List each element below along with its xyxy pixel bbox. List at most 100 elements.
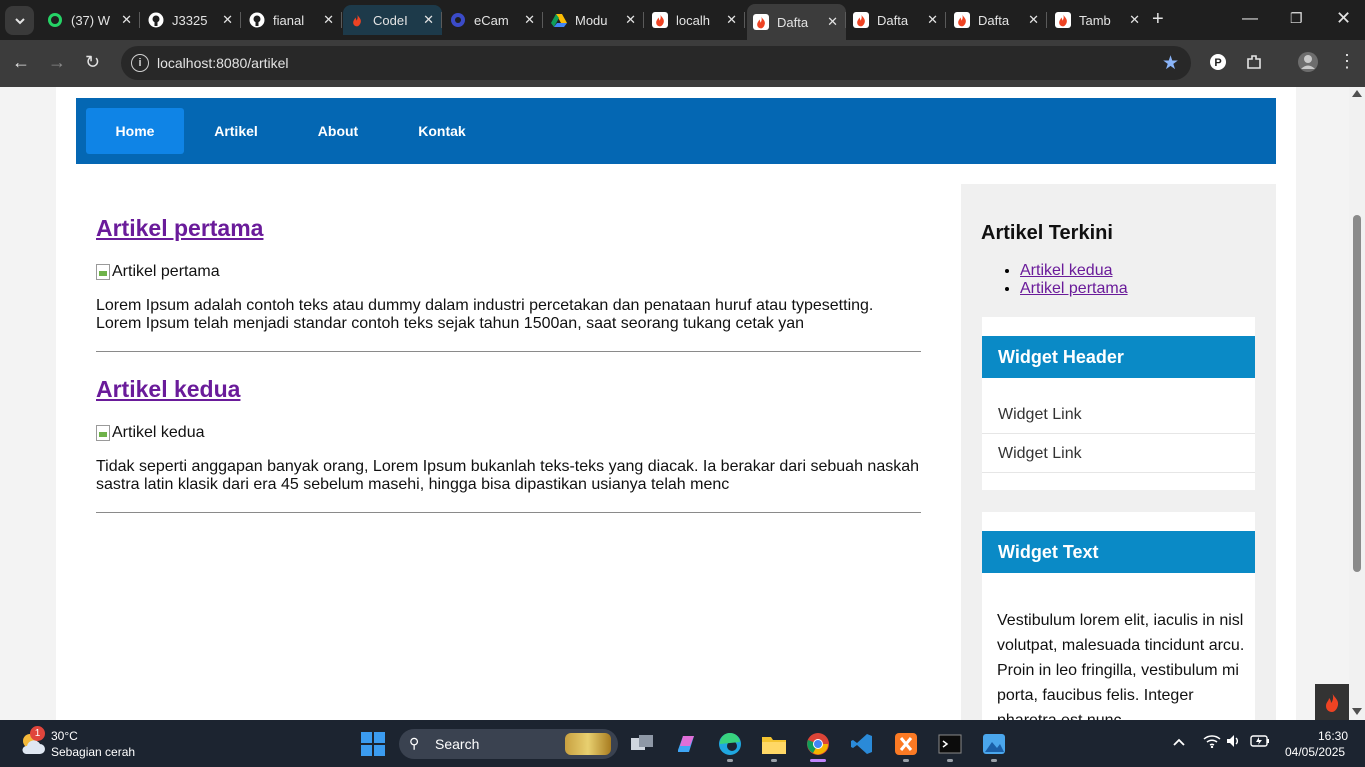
- tab-separator: [541, 12, 543, 28]
- address-bar[interactable]: i localhost:8080/artikel ★: [121, 46, 1191, 80]
- site-info-icon[interactable]: i: [131, 54, 149, 72]
- list-item: Artikel kedua: [1020, 262, 1128, 280]
- tab-close-icon[interactable]: ✕: [323, 12, 334, 28]
- new-tab-button[interactable]: +: [1152, 9, 1164, 29]
- scrollbar-thumb[interactable]: [1353, 215, 1361, 572]
- scroll-down-arrow-icon[interactable]: [1352, 708, 1362, 715]
- nav-home[interactable]: Home: [86, 108, 184, 154]
- running-indicator: [771, 759, 777, 762]
- article-excerpt: Tidak seperti anggapan banyak orang, Lor…: [96, 458, 920, 493]
- recent-article-link[interactable]: Artikel kedua: [1020, 262, 1113, 279]
- extension-p-icon[interactable]: P: [1209, 53, 1227, 76]
- browser-tab[interactable]: localh ✕: [646, 5, 745, 35]
- widget-text-title: Widget Text: [982, 531, 1255, 573]
- browser-tab[interactable]: eCam ✕: [444, 5, 543, 35]
- chrome-icon[interactable]: [803, 729, 833, 762]
- file-explorer-icon[interactable]: [759, 729, 789, 762]
- tab-title: J3325: [172, 12, 208, 28]
- scroll-up-arrow-icon[interactable]: [1352, 90, 1362, 97]
- browser-tab[interactable]: Dafta ✕: [847, 5, 946, 35]
- search-icon: ⚲: [409, 735, 420, 751]
- volume-icon[interactable]: [1226, 734, 1242, 751]
- weather-description[interactable]: Sebagian cerah: [51, 745, 135, 759]
- browser-tab[interactable]: CodeI ✕: [343, 5, 442, 35]
- menu-kebab-icon[interactable]: ⋮: [1338, 51, 1356, 72]
- tab-separator: [944, 12, 946, 28]
- photos-icon[interactable]: [979, 729, 1009, 762]
- taskbar-clock-time[interactable]: 16:30: [1318, 729, 1348, 743]
- browser-tab[interactable]: fianal ✕: [243, 5, 342, 35]
- tab-close-icon[interactable]: ✕: [423, 12, 434, 28]
- running-indicator: [947, 759, 953, 762]
- nav-kontak[interactable]: Kontak: [392, 108, 492, 154]
- tab-title: Dafta: [978, 12, 1010, 28]
- taskbar-clock-date[interactable]: 04/05/2025: [1285, 745, 1345, 759]
- close-window-button[interactable]: ✕: [1336, 8, 1351, 29]
- task-view-button[interactable]: [627, 729, 657, 759]
- extensions-puzzle-icon[interactable]: [1245, 53, 1263, 76]
- restore-button[interactable]: ❐: [1290, 10, 1303, 27]
- tab-close-icon[interactable]: ✕: [927, 12, 938, 28]
- tab-title: fianal: [273, 12, 305, 28]
- tab-strip: (37) W ✕ J3325 ✕ fianal ✕ CodeI ✕ eCam ✕ Modu ✕ loca…: [0, 0, 1365, 40]
- tab-close-icon[interactable]: ✕: [524, 12, 535, 28]
- article-image-alt: Artikel kedua: [112, 424, 205, 441]
- article-image: Artikel pertama: [96, 263, 921, 281]
- tab-close-icon[interactable]: ✕: [726, 12, 737, 28]
- codeigniter-toolbar-icon[interactable]: [1315, 684, 1349, 720]
- tab-close-icon[interactable]: ✕: [1028, 12, 1039, 28]
- running-indicator: [727, 759, 733, 762]
- tab-close-icon[interactable]: ✕: [222, 12, 233, 28]
- taskbar-search[interactable]: ⚲ Search: [399, 729, 618, 759]
- xampp-icon[interactable]: [891, 729, 921, 762]
- browser-tab[interactable]: (37) W ✕: [41, 5, 140, 35]
- widget-link[interactable]: Widget Link: [982, 434, 1255, 473]
- github-icon: [249, 12, 265, 28]
- tray-chevron-up-icon[interactable]: [1172, 734, 1186, 750]
- copilot-icon[interactable]: [671, 729, 701, 759]
- url-text[interactable]: localhost:8080/artikel: [157, 55, 289, 71]
- browser-tab[interactable]: Dafta ✕: [948, 5, 1047, 35]
- nav-artikel[interactable]: Artikel: [186, 108, 286, 154]
- nav-about[interactable]: About: [288, 108, 388, 154]
- page-scrollbar[interactable]: [1349, 87, 1365, 720]
- battery-charging-icon[interactable]: [1250, 734, 1270, 750]
- wifi-icon[interactable]: [1203, 734, 1221, 751]
- codeigniter-icon: [349, 12, 365, 28]
- tab-close-icon[interactable]: ✕: [827, 14, 838, 30]
- start-button[interactable]: [358, 729, 388, 759]
- vscode-icon[interactable]: [847, 729, 877, 759]
- article-title: Artikel pertama: [96, 215, 921, 242]
- broken-image-icon: [96, 264, 110, 280]
- tab-separator: [340, 12, 342, 28]
- article-title-link[interactable]: Artikel pertama: [96, 215, 263, 241]
- forward-button[interactable]: →: [48, 52, 66, 72]
- minimize-button[interactable]: —: [1242, 10, 1258, 28]
- tab-search-button[interactable]: [5, 6, 34, 35]
- browser-tab[interactable]: Tamb ✕: [1049, 5, 1148, 35]
- bookmark-star-icon[interactable]: ★: [1162, 52, 1179, 75]
- recent-article-link[interactable]: Artikel pertama: [1020, 280, 1128, 297]
- edge-browser-icon[interactable]: [715, 729, 745, 762]
- tab-close-icon[interactable]: ✕: [625, 12, 636, 28]
- tab-close-icon[interactable]: ✕: [121, 12, 132, 28]
- weather-temperature[interactable]: 30°C: [51, 729, 78, 743]
- browser-tab[interactable]: J3325 ✕: [142, 5, 241, 35]
- reload-button[interactable]: ↻: [85, 52, 100, 72]
- article-divider: [96, 351, 921, 352]
- widget-link[interactable]: Widget Link: [982, 395, 1255, 434]
- running-indicator: [903, 759, 909, 762]
- terminal-icon[interactable]: [935, 729, 965, 762]
- tab-close-icon[interactable]: ✕: [1129, 12, 1140, 28]
- tab-separator: [239, 12, 241, 28]
- tab-title: Dafta: [877, 12, 909, 28]
- tab-title: Tamb: [1079, 12, 1111, 28]
- profile-avatar[interactable]: [1297, 51, 1319, 78]
- back-button[interactable]: ←: [12, 52, 30, 72]
- sidebar: Artikel Terkini Artikel kedua Artikel pe…: [961, 184, 1276, 720]
- tab-title: eCam: [474, 12, 509, 28]
- browser-tab[interactable]: Dafta ✕: [747, 4, 846, 40]
- tab-separator: [1045, 12, 1047, 28]
- article-title-link[interactable]: Artikel kedua: [96, 376, 240, 402]
- browser-tab[interactable]: Modu ✕: [545, 5, 644, 35]
